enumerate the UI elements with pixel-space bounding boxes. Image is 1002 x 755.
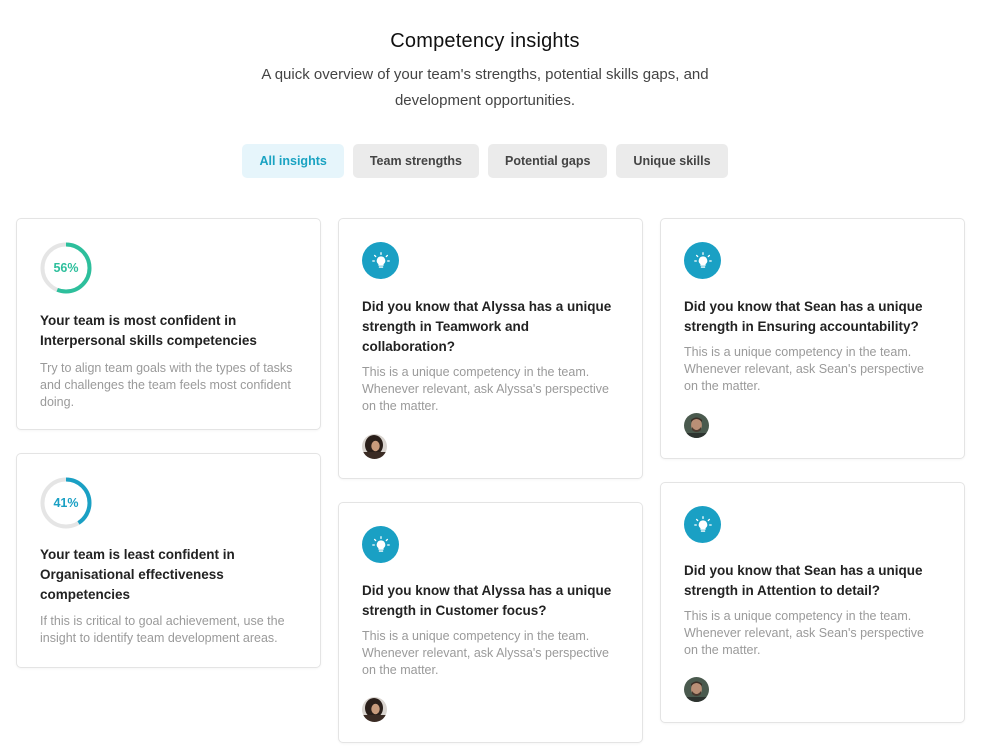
progress-percent: 41% (53, 496, 79, 510)
avatar-sean[interactable] (684, 413, 709, 438)
insight-description: This is a unique competency in the team.… (684, 345, 925, 393)
avatar-alyssa[interactable] (362, 434, 387, 459)
insight-card-least-confident: 41% Your team is least confident in Orga… (16, 453, 321, 668)
avatar-sean[interactable] (684, 677, 709, 702)
page-title: Competency insights (390, 30, 580, 52)
insight-description: This is a unique competency in the team.… (362, 629, 609, 677)
lightbulb-icon (684, 242, 721, 279)
tab-potential-gaps[interactable]: Potential gaps (487, 144, 608, 178)
insight-card-sean-accountability: Did you know that Sean has a unique stre… (660, 218, 965, 459)
insight-card-most-confident: 56% Your team is most confident in Inter… (16, 218, 321, 430)
avatar-alyssa[interactable] (362, 697, 387, 722)
insight-description: This is a unique competency in the team.… (362, 365, 609, 413)
insight-filter-tabs: All insights Team strengths Potential ga… (0, 144, 970, 178)
insight-description: This is a unique competency in the team.… (684, 609, 925, 657)
tab-team-strengths[interactable]: Team strengths (352, 144, 479, 178)
lightbulb-icon (362, 526, 399, 563)
insight-card-sean-attention-to-detail: Did you know that Sean has a unique stre… (660, 482, 965, 723)
progress-ring: 56% (40, 242, 92, 294)
lightbulb-icon (362, 242, 399, 279)
page-header: Competency insights A quick overview of … (0, 30, 970, 114)
insight-description: Try to align team goals with the types o… (40, 361, 293, 409)
insight-title: Did you know that Sean has a unique stre… (684, 299, 923, 334)
insight-title: Your team is most confident in Interpers… (40, 313, 257, 348)
insight-title: Did you know that Alyssa has a unique st… (362, 299, 612, 354)
insight-card-alyssa-teamwork: Did you know that Alyssa has a unique st… (338, 218, 643, 479)
insight-description: If this is critical to goal achievement,… (40, 614, 285, 645)
insight-title: Did you know that Alyssa has a unique st… (362, 583, 612, 618)
insight-title: Did you know that Sean has a unique stre… (684, 563, 923, 598)
insight-title: Your team is least confident in Organisa… (40, 547, 235, 602)
tab-all-insights[interactable]: All insights (242, 144, 344, 178)
lightbulb-icon (684, 506, 721, 543)
page-subtitle: A quick overview of your team's strength… (261, 66, 709, 109)
insight-card-alyssa-customer-focus: Did you know that Alyssa has a unique st… (338, 502, 643, 743)
progress-percent: 56% (53, 261, 79, 275)
tab-unique-skills[interactable]: Unique skills (616, 144, 728, 178)
progress-ring: 41% (40, 477, 92, 529)
